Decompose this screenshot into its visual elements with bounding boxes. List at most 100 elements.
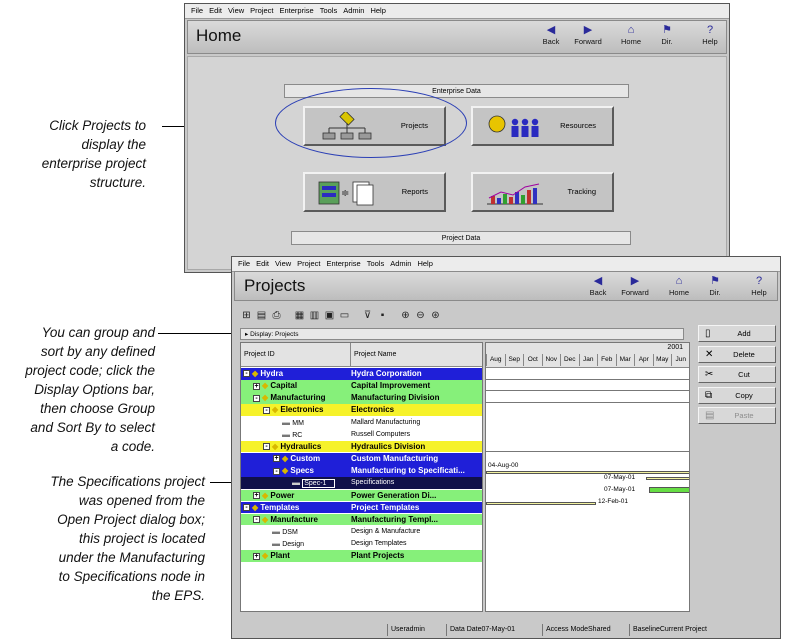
collapse-icon[interactable]: -	[253, 516, 260, 524]
menu-file[interactable]: File	[191, 4, 203, 18]
reports-tile[interactable]: ≑ Reports	[303, 172, 446, 212]
gantt-bar[interactable]	[486, 502, 596, 505]
columns-icon[interactable]: ▤	[255, 309, 268, 322]
status-baseline: BaselineCurrent Project	[629, 624, 773, 636]
project-id-cell: + ◆ Plant	[253, 550, 290, 562]
display-options-label: Display: Projects	[250, 331, 299, 338]
filter-icon[interactable]: ⊽	[361, 309, 374, 322]
layout-icon[interactable]: ▥	[308, 309, 321, 322]
eps-row[interactable]: - ◆ Hydra Hydra Corporation	[241, 368, 482, 380]
menu-project[interactable]: Project	[250, 4, 273, 18]
eps-row[interactable]: - ◆ Manufacture Manufacturing Templ...	[241, 513, 482, 526]
eps-row[interactable]: - ◆ Electronics Electronics	[241, 404, 482, 416]
copy-button[interactable]: ⧉ Copy	[698, 386, 776, 404]
resources-tile-label: Resources	[560, 121, 596, 130]
zoom-out-icon[interactable]: ⊖	[414, 309, 427, 322]
eps-row[interactable]: - ◆ Manufacturing Manufacturing Division	[241, 392, 482, 404]
project-folder-icon: ▬	[272, 526, 283, 536]
expand-icon[interactable]: +	[253, 382, 260, 390]
collapse-icon[interactable]: -	[243, 504, 250, 512]
calendar-icon[interactable]: ▦	[293, 309, 306, 322]
column-header-label: Project Name	[354, 351, 397, 358]
help-label: Help	[702, 37, 718, 46]
collapse-icon[interactable]: -	[243, 370, 250, 378]
eps-row[interactable]: + ◆ Custom Custom Manufacturing	[241, 453, 482, 465]
dir-button[interactable]: ⚑ Dir.	[693, 275, 737, 298]
callout-group: You can group and sort by any defined pr…	[0, 323, 155, 456]
collapse-icon[interactable]: -	[273, 467, 280, 475]
gantt-month: Feb	[597, 354, 616, 366]
gantt-year: 2001	[667, 344, 683, 351]
paste-button[interactable]: ▤ Paste	[698, 407, 776, 425]
details-icon[interactable]: ▭	[338, 309, 351, 322]
column-header-project-name[interactable]: Project Name	[351, 343, 482, 367]
project-row[interactable]: ▬ MM Mallard Manufacturing	[241, 416, 482, 429]
gantt-line	[486, 451, 689, 452]
menu-file[interactable]: File	[238, 257, 250, 271]
collapse-icon[interactable]: -	[263, 406, 270, 414]
eps-row[interactable]: + ◆ Plant Plant Projects	[241, 550, 482, 562]
callout-line: The Specifications project	[50, 474, 205, 489]
menu-enterprise[interactable]: Enterprise	[327, 257, 361, 271]
menu-help[interactable]: Help	[417, 257, 432, 271]
menu-help[interactable]: Help	[370, 4, 385, 18]
callout-line: display the	[81, 137, 146, 152]
zoom-fit-icon[interactable]: ⊛	[429, 309, 442, 322]
menu-enterprise[interactable]: Enterprise	[280, 4, 314, 18]
menu-tools[interactable]: Tools	[320, 4, 338, 18]
collapse-icon[interactable]: -	[253, 394, 260, 402]
forward-button[interactable]: ▶ Forward	[566, 24, 610, 47]
help-button[interactable]: ? Help	[688, 24, 732, 47]
delete-label: Delete	[733, 349, 755, 359]
eps-row[interactable]: - ◆ Hydraulics Hydraulics Division	[241, 440, 482, 453]
menu-admin[interactable]: Admin	[390, 257, 411, 271]
menu-view[interactable]: View	[275, 257, 291, 271]
menu-project[interactable]: Project	[297, 257, 320, 271]
menu-view[interactable]: View	[228, 4, 244, 18]
eps-row[interactable]: - ◆ Specs Manufacturing to Specificati...	[241, 465, 482, 477]
collapse-icon[interactable]: -	[263, 443, 270, 451]
print-icon[interactable]: ⎙	[270, 309, 283, 322]
project-row[interactable]: ▬ Design Design Templates	[241, 538, 482, 550]
expand-icon[interactable]: +	[253, 552, 260, 560]
expand-icon[interactable]: +	[273, 455, 280, 463]
eps-row[interactable]: - ◆ Templates Project Templates	[241, 501, 482, 514]
expand-icon[interactable]: +	[253, 491, 260, 499]
gantt-bar-spec[interactable]	[649, 487, 689, 493]
project-name-cell: Russell Computers	[351, 430, 411, 438]
project-row[interactable]: ▬ RC Russell Computers	[241, 428, 482, 441]
project-id-cell: + ◆ Custom	[273, 453, 320, 465]
menu-edit[interactable]: Edit	[256, 257, 269, 271]
cut-button[interactable]: ✂ Cut	[698, 366, 776, 384]
project-folder-icon: ▬	[272, 539, 283, 549]
project-row[interactable]: ▬ DSM Design & Manufacture	[241, 525, 482, 538]
tree-icon[interactable]: ⊞	[240, 309, 253, 322]
display-options-bar[interactable]: ▸ Display: Projects	[240, 328, 684, 340]
save-icon[interactable]: ▪	[376, 309, 389, 322]
forward-button[interactable]: ▶ Forward	[613, 275, 657, 298]
project-row[interactable]: ▬ Spec-1 Specifications	[241, 477, 482, 489]
help-label: Help	[751, 288, 767, 297]
tracking-tile[interactable]: Tracking	[471, 172, 614, 212]
help-button[interactable]: ? Help	[737, 275, 781, 298]
eps-row[interactable]: + ◆ Capital Capital Improvement	[241, 380, 482, 392]
resources-tile[interactable]: Resources	[471, 106, 614, 146]
menu-tools[interactable]: Tools	[367, 257, 385, 271]
menu-edit[interactable]: Edit	[209, 4, 222, 18]
delete-button[interactable]: ✕ Delete	[698, 345, 776, 363]
forward-arrow-icon: ▶	[583, 24, 593, 36]
gantt-bar[interactable]	[646, 477, 689, 480]
dir-button[interactable]: ⚑ Dir.	[645, 24, 689, 47]
column-header-project-id[interactable]: Project ID	[241, 343, 351, 367]
gantt-bar[interactable]	[486, 471, 689, 474]
callout-spec: The Specifications project was opened fr…	[0, 472, 205, 605]
eps-row[interactable]: + ◆ Power Power Generation Di...	[241, 489, 482, 501]
zoom-in-icon[interactable]: ⊕	[399, 309, 412, 322]
add-button[interactable]: ▯ Add	[698, 325, 776, 342]
paste-label: Paste	[734, 411, 754, 421]
gantt-label: 04-Aug-00	[488, 462, 519, 469]
callout-line: this project is located	[78, 531, 205, 546]
project-name-cell: Plant Projects	[351, 551, 405, 561]
menu-admin[interactable]: Admin	[343, 4, 364, 18]
view-icon[interactable]: ▣	[323, 309, 336, 322]
